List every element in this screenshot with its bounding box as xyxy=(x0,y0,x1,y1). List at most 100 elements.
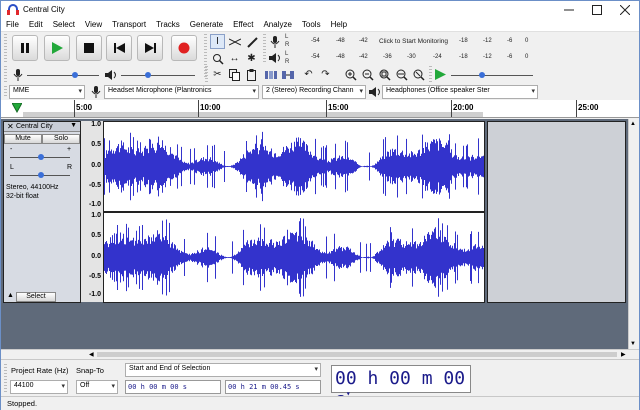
waveform-right-channel[interactable] xyxy=(103,212,485,303)
timeline-ruler[interactable]: 5:00 10:00 15:00 20:00 25:00 xyxy=(1,100,639,118)
zoom-toggle-icon xyxy=(413,69,425,81)
silence-button[interactable] xyxy=(280,67,295,82)
menu-view[interactable]: View xyxy=(80,20,107,29)
playback-volume-slider[interactable] xyxy=(121,69,197,81)
track-title-bar[interactable]: ✕ Central City ▼ xyxy=(4,122,80,132)
toolbar-grip[interactable] xyxy=(4,34,7,64)
pause-button[interactable] xyxy=(12,35,38,61)
input-device-select[interactable]: Headset Microphone (Plantronics ▾ xyxy=(104,85,259,99)
menu-file[interactable]: File xyxy=(1,20,24,29)
input-channels-select[interactable]: 2 (Stereo) Recording Chann ▾ xyxy=(262,85,366,99)
selection-start-time[interactable]: 00 h 00 m 00 s xyxy=(125,380,221,394)
menu-effect[interactable]: Effect xyxy=(228,20,258,29)
zoom-out-button[interactable] xyxy=(360,67,375,82)
solo-button[interactable]: Solo xyxy=(42,134,80,144)
trim-button[interactable] xyxy=(263,67,278,82)
zoom-in-button[interactable] xyxy=(343,67,358,82)
fit-project-button[interactable] xyxy=(394,67,409,82)
collapse-track-icon[interactable]: ▲ xyxy=(7,292,14,299)
track-menu-chevron-icon[interactable]: ▼ xyxy=(70,122,77,129)
skip-to-start-button[interactable] xyxy=(106,35,132,61)
toolbar-grip[interactable] xyxy=(429,66,432,82)
stop-icon xyxy=(84,43,94,53)
vertical-scale-top[interactable]: 1.0 0.5 0.0 -0.5 -1.0 xyxy=(81,121,103,212)
play-meter[interactable]: -54 -48 -42 -36 -30 -24 -18 -12 -6 0 xyxy=(291,51,531,65)
play-speed-slider[interactable] xyxy=(451,69,535,81)
play-icon xyxy=(435,69,446,80)
envelope-tool-button[interactable] xyxy=(227,34,242,49)
microphone-icon xyxy=(91,85,100,98)
menu-help[interactable]: Help xyxy=(326,20,352,29)
speaker-icon xyxy=(368,86,380,97)
pencil-icon xyxy=(246,36,258,48)
menu-select[interactable]: Select xyxy=(48,20,80,29)
play-button[interactable] xyxy=(44,35,70,61)
select-track-button[interactable]: Select xyxy=(16,292,56,302)
snap-to-select[interactable]: Off ▾ xyxy=(76,380,118,394)
record-icon xyxy=(178,42,190,54)
minimize-button[interactable] xyxy=(555,1,583,18)
redo-icon: ↷ xyxy=(321,69,330,80)
audio-position[interactable]: 00 h 00 m 00 s▾ xyxy=(331,365,471,410)
menu-transport[interactable]: Transport xyxy=(107,20,151,29)
menu-bar: File Edit Select View Transport Tracks G… xyxy=(1,18,639,32)
empty-track-region[interactable] xyxy=(487,121,626,303)
stop-button[interactable] xyxy=(76,35,102,61)
play-at-speed-button[interactable] xyxy=(433,67,448,82)
selection-tool-button[interactable]: I xyxy=(210,34,225,49)
fit-selection-button[interactable] xyxy=(377,67,392,82)
device-toolbar: MME ▾ Headset Microphone (Plantronics ▾ 2 … xyxy=(1,84,639,100)
play-meter-button[interactable] xyxy=(267,50,282,65)
cut-button[interactable]: ✂ xyxy=(210,67,225,82)
selection-mode-select[interactable]: Start and End of Selection ▾ xyxy=(125,363,321,377)
vertical-scale-bottom[interactable]: 1.0 0.5 0.0 -0.5 -1.0 xyxy=(81,212,103,302)
record-meter[interactable]: -54 -48 -42 Click to Start Monitoring -1… xyxy=(291,35,531,49)
skip-end-icon xyxy=(144,43,156,53)
record-button[interactable] xyxy=(171,35,197,61)
menu-tools[interactable]: Tools xyxy=(297,20,326,29)
skip-to-end-button[interactable] xyxy=(137,35,163,61)
zoom-toggle-button[interactable] xyxy=(411,67,426,82)
output-device-select[interactable]: Headphones (Office speaker Ster ▾ xyxy=(382,85,538,99)
recording-volume-icon xyxy=(10,67,25,82)
pan-slider[interactable] xyxy=(10,172,72,180)
toolbar-grip[interactable] xyxy=(263,34,266,64)
multi-tool-button[interactable]: ✱ xyxy=(244,51,259,66)
project-rate-select[interactable]: 44100 ▾ xyxy=(10,380,68,394)
record-meter-button[interactable] xyxy=(267,34,282,49)
toolbar-grip[interactable] xyxy=(4,86,7,98)
audio-host-select[interactable]: MME ▾ xyxy=(9,85,85,99)
toolbar-grip[interactable] xyxy=(4,66,7,82)
draw-tool-button[interactable] xyxy=(244,34,259,49)
menu-analyze[interactable]: Analyze xyxy=(258,20,296,29)
waveform-left-channel[interactable] xyxy=(103,121,485,212)
selection-end-time[interactable]: 00 h 21 m 00.45 s xyxy=(225,380,321,394)
gain-slider[interactable] xyxy=(10,154,72,162)
undo-button[interactable]: ↶ xyxy=(301,67,316,82)
toolbar-grip[interactable] xyxy=(4,364,7,394)
paste-button[interactable] xyxy=(244,67,259,82)
chevron-down-icon: ▾ xyxy=(359,88,363,95)
menu-generate[interactable]: Generate xyxy=(185,20,228,29)
close-track-icon[interactable]: ✕ xyxy=(7,122,14,131)
start-monitoring-label[interactable]: Click to Start Monitoring xyxy=(379,38,448,45)
cut-icon: ✂ xyxy=(213,69,222,80)
redo-button[interactable]: ↷ xyxy=(318,67,333,82)
close-button[interactable] xyxy=(611,1,639,18)
pin-play-head-icon[interactable] xyxy=(12,103,22,113)
horizontal-scrollbar[interactable]: ◀ ▶ xyxy=(1,349,639,359)
menu-edit[interactable]: Edit xyxy=(24,20,48,29)
ibeam-icon: I xyxy=(216,36,219,47)
timeshift-tool-button[interactable]: ↔ xyxy=(227,51,242,66)
status-text: Stopped. xyxy=(7,399,38,408)
menu-tracks[interactable]: Tracks xyxy=(151,20,185,29)
window-controls xyxy=(555,1,639,18)
maximize-button[interactable] xyxy=(583,1,611,18)
copy-button[interactable] xyxy=(227,67,242,82)
mute-button[interactable]: Mute xyxy=(4,134,42,144)
toolbar-grip[interactable] xyxy=(205,66,208,82)
chevron-down-icon: ▾ xyxy=(61,383,65,390)
recording-volume-slider[interactable] xyxy=(27,69,101,81)
vertical-scrollbar[interactable]: ▲ ▼ xyxy=(628,119,639,349)
zoom-tool-button[interactable] xyxy=(210,51,225,66)
